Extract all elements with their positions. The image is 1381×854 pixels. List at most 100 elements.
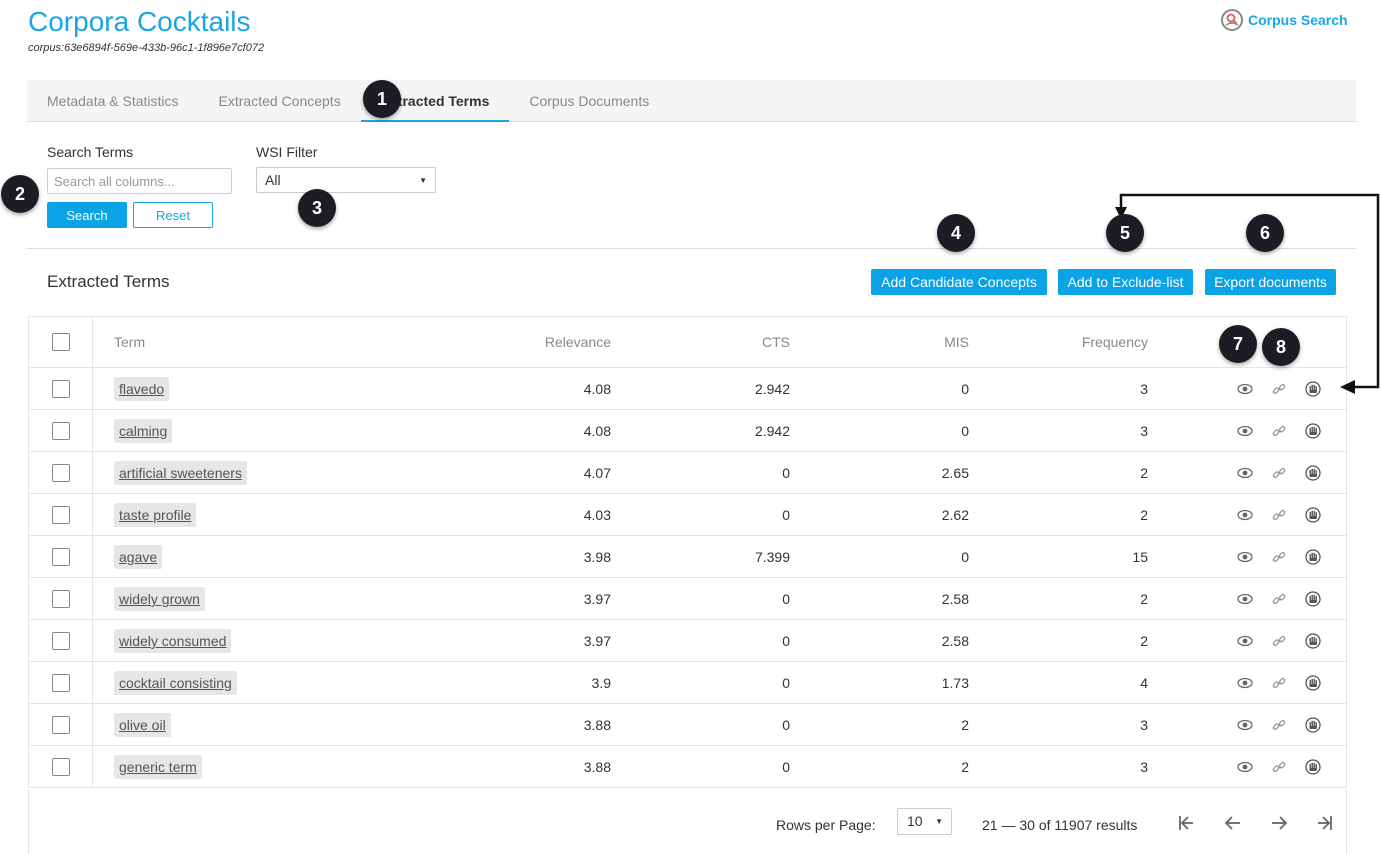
relevance-cell: 3.97 [583, 591, 611, 607]
annotation-badge-3: 3 [298, 189, 336, 227]
table-row: taste profile 4.03 0 2.62 2 [29, 494, 1346, 536]
wsi-filter-select[interactable]: All ▼ [256, 167, 436, 193]
link-icon[interactable] [1271, 759, 1287, 775]
tab-extracted-concepts[interactable]: Extracted Concepts [199, 80, 361, 122]
link-icon[interactable] [1271, 465, 1287, 481]
term-link[interactable]: calming [114, 419, 173, 443]
corpus-search-link[interactable]: Corpus Search [1220, 8, 1348, 32]
hand-icon[interactable] [1305, 423, 1321, 439]
rows-per-page-select[interactable]: 10 ▼ [897, 808, 952, 835]
link-icon[interactable] [1271, 633, 1287, 649]
export-documents-button[interactable]: Export documents [1205, 269, 1336, 295]
row-checkbox[interactable] [52, 548, 70, 566]
hand-icon[interactable] [1305, 381, 1321, 397]
column-header-mis[interactable]: MIS [829, 334, 969, 350]
term-link[interactable]: agave [114, 545, 163, 569]
search-terms-label: Search Terms [47, 144, 134, 160]
term-link[interactable]: generic term [114, 755, 202, 779]
column-header-cts[interactable]: CTS [650, 334, 790, 350]
row-checkbox[interactable] [52, 632, 70, 650]
link-icon[interactable] [1271, 549, 1287, 565]
results-range: 21 — 30 of 11907 results [982, 817, 1138, 833]
row-checkbox[interactable] [52, 590, 70, 608]
tab-metadata-statistics[interactable]: Metadata & Statistics [27, 80, 199, 122]
mis-cell: 2.58 [941, 591, 969, 607]
annotation-badge-6: 6 [1246, 214, 1284, 252]
mis-cell: 2.58 [941, 633, 969, 649]
last-page-icon[interactable] [1315, 813, 1335, 833]
eye-icon[interactable] [1237, 465, 1253, 481]
row-checkbox[interactable] [52, 464, 70, 482]
page-title: Corpora Cocktails [28, 6, 251, 37]
hand-icon[interactable] [1305, 717, 1321, 733]
table-row: cocktail consisting 3.9 0 1.73 4 [29, 662, 1346, 704]
eye-icon[interactable] [1237, 423, 1253, 439]
term-link[interactable]: artificial sweeteners [114, 461, 247, 485]
relevance-cell: 3.98 [583, 549, 611, 565]
hand-icon[interactable] [1305, 633, 1321, 649]
row-checkbox[interactable] [52, 716, 70, 734]
row-checkbox[interactable] [52, 422, 70, 440]
hand-icon[interactable] [1305, 507, 1321, 523]
add-to-exclude-list-button[interactable]: Add to Exclude-list [1058, 269, 1193, 295]
term-link[interactable]: widely consumed [114, 629, 232, 653]
search-button[interactable]: Search [47, 202, 127, 228]
term-link[interactable]: taste profile [114, 503, 197, 527]
row-checkbox[interactable] [52, 674, 70, 692]
tab-corpus-documents[interactable]: Corpus Documents [509, 80, 669, 122]
checkbox-column [29, 662, 93, 703]
frequency-cell: 3 [1140, 423, 1148, 439]
link-icon[interactable] [1271, 381, 1287, 397]
relevance-cell: 3.97 [583, 633, 611, 649]
checkbox-column [29, 317, 93, 367]
term-link[interactable]: flavedo [114, 377, 170, 401]
link-icon[interactable] [1271, 675, 1287, 691]
link-icon[interactable] [1271, 507, 1287, 523]
term-link[interactable]: olive oil [114, 713, 171, 737]
hand-icon[interactable] [1305, 465, 1321, 481]
row-checkbox[interactable] [52, 758, 70, 776]
previous-page-icon[interactable] [1223, 813, 1243, 833]
corpus-search-icon [1220, 8, 1244, 32]
eye-icon[interactable] [1237, 675, 1253, 691]
term-link[interactable]: cocktail consisting [114, 671, 237, 695]
eye-icon[interactable] [1237, 717, 1253, 733]
row-checkbox[interactable] [52, 506, 70, 524]
select-all-checkbox[interactable] [52, 333, 70, 351]
hand-icon[interactable] [1305, 591, 1321, 607]
row-checkbox[interactable] [52, 380, 70, 398]
next-page-icon[interactable] [1269, 813, 1289, 833]
link-icon[interactable] [1271, 591, 1287, 607]
frequency-cell: 15 [1132, 549, 1148, 565]
column-header-term[interactable]: Term [114, 334, 145, 350]
table-row: generic term 3.88 0 2 3 [29, 746, 1346, 788]
hand-icon[interactable] [1305, 549, 1321, 565]
link-icon[interactable] [1271, 717, 1287, 733]
eye-icon[interactable] [1237, 549, 1253, 565]
link-icon[interactable] [1271, 423, 1287, 439]
column-header-frequency[interactable]: Frequency [1008, 334, 1148, 350]
eye-icon[interactable] [1237, 759, 1253, 775]
term-link[interactable]: widely grown [114, 587, 205, 611]
column-header-relevance[interactable]: Relevance [471, 334, 611, 350]
hand-icon[interactable] [1305, 759, 1321, 775]
frequency-cell: 2 [1140, 633, 1148, 649]
reset-button[interactable]: Reset [133, 202, 213, 228]
tab-bar: Metadata & Statistics Extracted Concepts… [27, 80, 1356, 122]
annotation-badge-2: 2 [1, 175, 39, 213]
eye-icon[interactable] [1237, 591, 1253, 607]
mis-cell: 0 [961, 549, 969, 565]
section-title: Extracted Terms [47, 272, 170, 291]
frequency-cell: 4 [1140, 675, 1148, 691]
hand-icon[interactable] [1305, 675, 1321, 691]
relevance-cell: 4.07 [583, 465, 611, 481]
annotation-badge-5: 5 [1106, 214, 1144, 252]
cts-cell: 0 [782, 675, 790, 691]
checkbox-column [29, 410, 93, 451]
search-input[interactable] [47, 168, 232, 194]
eye-icon[interactable] [1237, 381, 1253, 397]
eye-icon[interactable] [1237, 633, 1253, 649]
eye-icon[interactable] [1237, 507, 1253, 523]
first-page-icon[interactable] [1176, 813, 1196, 833]
add-candidate-concepts-button[interactable]: Add Candidate Concepts [871, 269, 1047, 295]
